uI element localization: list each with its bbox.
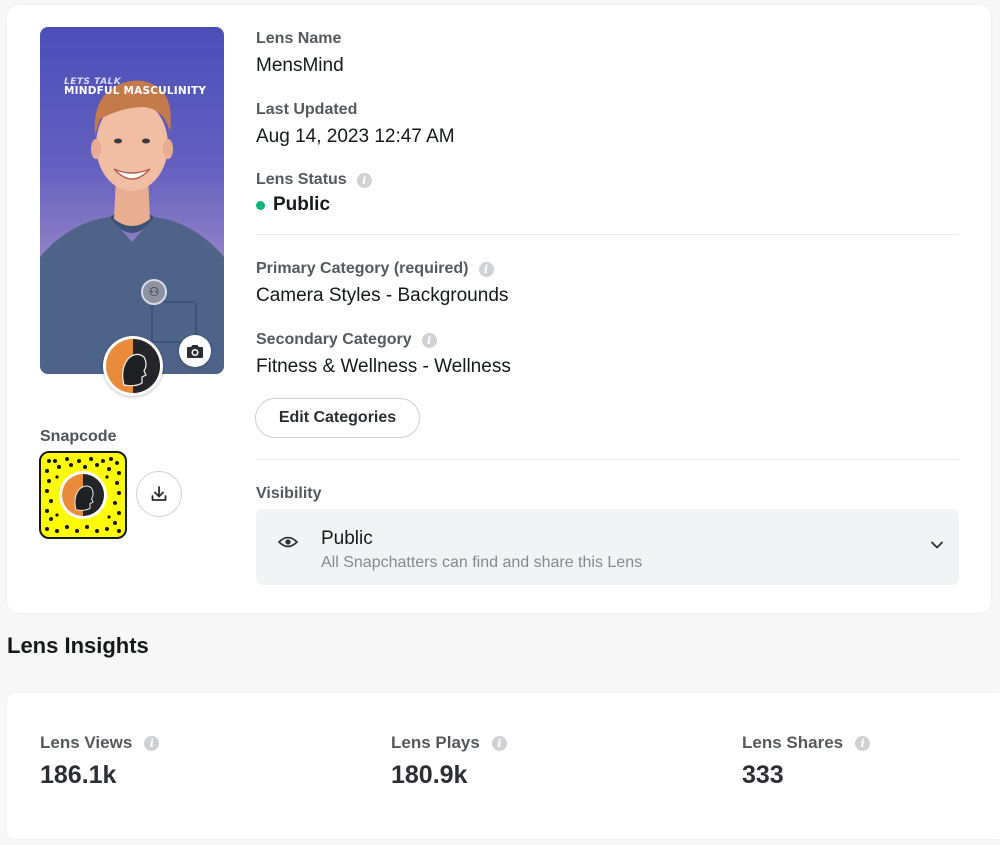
lens-insights-title: Lens Insights — [7, 633, 149, 658]
metric-label: Lens Plays i — [391, 733, 507, 753]
download-snapcode-button[interactable] — [136, 471, 182, 517]
edit-categories-button[interactable]: Edit Categories — [255, 398, 420, 438]
metric-lens-plays: Lens Plays i 180.9k — [391, 733, 507, 790]
primary-category-label: Primary Category (required) i — [256, 260, 494, 278]
snapcode-image — [39, 451, 127, 539]
divider — [256, 234, 959, 235]
lens-icon-avatar — [103, 336, 163, 396]
metric-value: 180.9k — [391, 761, 468, 789]
status-dot-icon — [256, 200, 265, 210]
info-icon[interactable]: i — [356, 172, 372, 188]
lens-status-value: Public — [256, 194, 330, 216]
metric-lens-views: Lens Views i 186.1k — [40, 733, 160, 790]
lens-name-value: MensMind — [256, 55, 344, 76]
secondary-category-label-text: Secondary Category — [256, 331, 412, 348]
profile-silhouette-icon — [106, 339, 160, 393]
chevron-down-icon — [931, 541, 943, 549]
metric-label: Lens Views i — [40, 733, 160, 753]
info-icon[interactable]: i — [491, 735, 507, 751]
lens-details-card: LETS TALK MINDFUL MASCULINITY ⚇ Snapcode — [7, 5, 991, 613]
overlay-title: LETS TALK MINDFUL MASCULINITY — [64, 77, 206, 97]
lens-name-label: Lens Name — [256, 30, 341, 48]
camera-icon — [187, 345, 203, 358]
info-icon[interactable]: i — [144, 735, 160, 751]
metric-label-text: Lens Views — [40, 733, 133, 752]
lens-status-label: Lens Status i — [256, 171, 372, 189]
lens-badge-icon: ⚇ — [141, 279, 167, 305]
metric-value: 186.1k — [40, 761, 117, 789]
visibility-label: Visibility — [256, 485, 322, 503]
download-icon — [151, 486, 167, 501]
snapcode-label: Snapcode — [40, 428, 117, 445]
overlay-line-2: MINDFUL MASCULINITY — [64, 85, 207, 97]
visibility-dropdown[interactable]: Public All Snapchatters can find and sha… — [256, 509, 959, 585]
lens-name-label-text: Lens Name — [256, 30, 342, 47]
last-updated-value: Aug 14, 2023 12:47 AM — [256, 126, 455, 147]
info-icon[interactable]: i — [855, 735, 871, 751]
lens-status-label-text: Lens Status — [256, 171, 347, 188]
snapcode-profile-icon — [62, 474, 104, 516]
lens-status-text: Public — [273, 194, 331, 215]
divider — [256, 459, 959, 460]
lens-insights-card: Lens Views i 186.1k Lens Plays i 180.9k … — [7, 693, 1000, 839]
primary-category-value: Camera Styles - Backgrounds — [256, 285, 509, 306]
visibility-selected-description: All Snapchatters can find and share this… — [321, 554, 643, 571]
secondary-category-value: Fitness & Wellness - Wellness — [256, 356, 511, 377]
last-updated-label-text: Last Updated — [256, 101, 358, 118]
primary-category-label-text: Primary Category (required) — [256, 260, 469, 277]
visibility-selected-title: Public — [321, 528, 373, 549]
eye-icon — [278, 536, 298, 548]
lens-preview-image: LETS TALK MINDFUL MASCULINITY ⚇ — [40, 27, 224, 374]
metric-label: Lens Shares i — [742, 733, 871, 753]
info-icon[interactable]: i — [421, 332, 437, 348]
visibility-label-text: Visibility — [256, 485, 322, 502]
metric-label-text: Lens Plays — [391, 733, 480, 752]
secondary-category-label: Secondary Category i — [256, 331, 437, 349]
last-updated-label: Last Updated — [256, 101, 357, 119]
camera-button[interactable] — [179, 335, 211, 367]
metric-lens-shares: Lens Shares i 333 — [742, 733, 871, 790]
metric-value: 333 — [742, 761, 784, 789]
metric-label-text: Lens Shares — [742, 733, 844, 752]
info-icon[interactable]: i — [478, 261, 494, 277]
